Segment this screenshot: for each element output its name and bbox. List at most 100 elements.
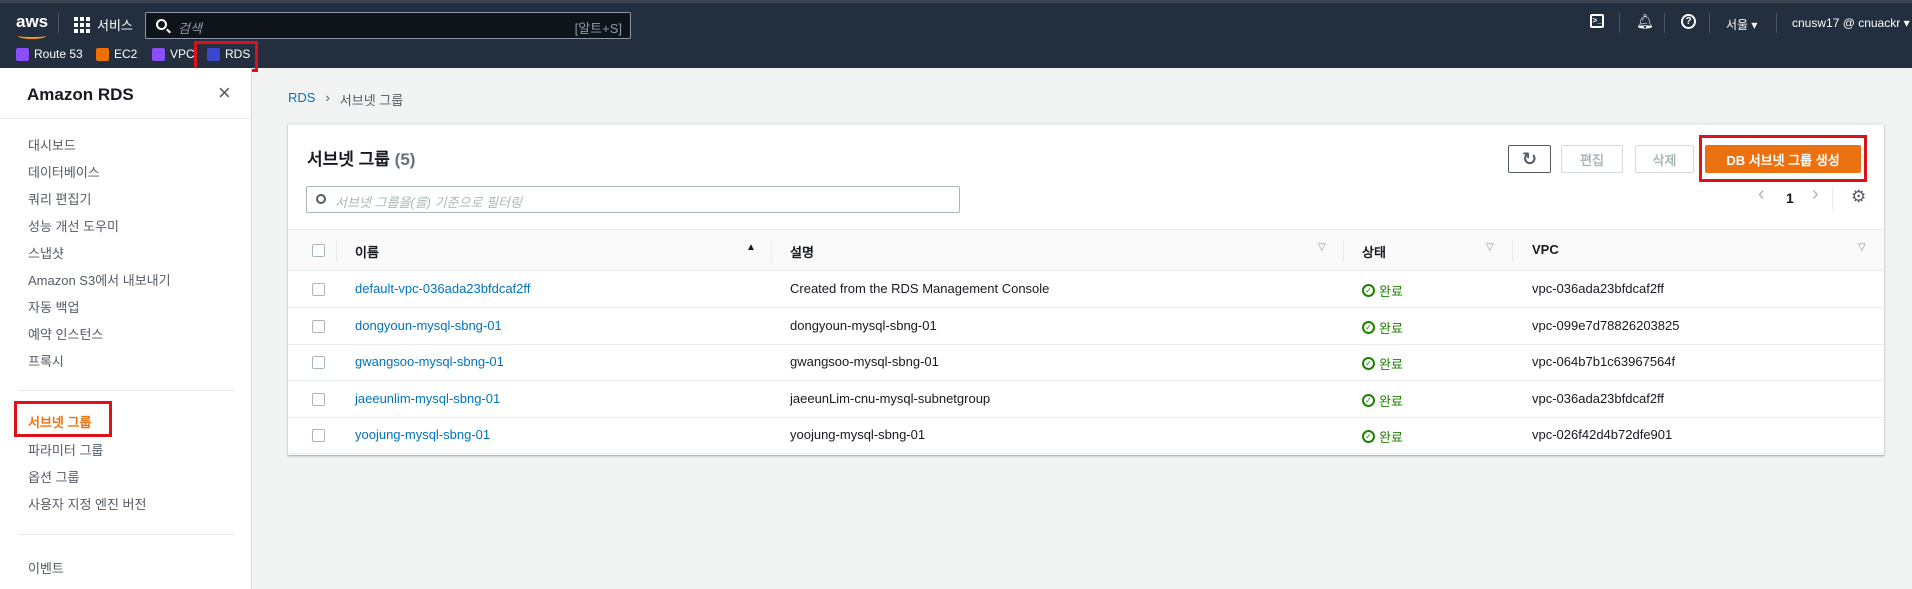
sort-ascending-icon[interactable]: ▲ [746,242,756,253]
sort-icon[interactable]: ▽ [1486,242,1494,253]
column-header-name[interactable]: 이름 [355,242,379,261]
divider [0,118,252,119]
filter-input[interactable]: 서브넷 그룹을(를) 기준으로 필터링 [306,186,960,213]
panel-title: 서브넷 그룹 (5) [307,145,415,170]
column-header-vpc[interactable]: VPC [1532,242,1559,257]
sort-icon[interactable]: ▽ [1318,242,1326,253]
status-badge: ✓ 완료 [1362,281,1403,300]
divider [1776,13,1777,33]
subnet-group-name-link[interactable]: yoojung-mysql-sbng-01 [355,427,490,442]
column-header-description[interactable]: 설명 [790,242,814,261]
breadcrumb-current: 서브넷 그룹 [339,93,404,108]
filter-placeholder: 서브넷 그룹을(를) 기준으로 필터링 [335,195,522,210]
row-checkbox[interactable] [312,283,325,296]
create-db-subnet-group-button[interactable]: DB 서브넷 그룹 생성 [1705,145,1861,173]
sidebar-item-snapshots[interactable]: 스냅샷 [28,243,64,262]
subnet-group-name-link[interactable]: default-vpc-036ada23bfdcaf2ff [355,281,530,296]
row-checkbox[interactable] [312,429,325,443]
sidebar-item-automated-backups[interactable]: 자동 백업 [28,297,79,316]
select-all-checkbox[interactable] [312,244,325,257]
status-text: 완료 [1379,430,1403,446]
services-menu[interactable]: 서비스 [74,15,133,34]
row-checkbox[interactable] [312,319,325,333]
chevron-right-icon: › [325,90,330,105]
favorite-vpc[interactable]: VPC [152,47,195,61]
status-text: 완료 [1379,393,1403,409]
sidebar-item-option-groups[interactable]: 옵션 그룹 [28,467,79,486]
column-header-status[interactable]: 상태 [1362,242,1386,261]
region-selector[interactable]: 서울 ▾ [1726,16,1757,33]
sidebar-title: Amazon RDS [27,85,134,104]
table-row[interactable]: default-vpc-036ada23bfdcaf2ff Created fr… [288,271,1884,308]
divider [336,240,337,262]
count-badge: (5) [394,150,416,169]
sidebar-item-databases[interactable]: 데이터베이스 [28,162,100,181]
account-menu[interactable]: cnusw17 @ cnuackr ▾ [1792,16,1910,30]
favorite-label: VPC [170,47,195,61]
help-icon[interactable]: ? [1681,14,1696,29]
vpc-cell: vpc-036ada23bfdcaf2ff [1532,390,1665,406]
sidebar-item-s3-exports[interactable]: Amazon S3에서 내보내기 [28,270,171,289]
search-placeholder: 검색 [178,21,202,36]
sidebar-item-subnet-groups[interactable]: 서브넷 그룹 [28,412,91,431]
table-row[interactable]: yoojung-mysql-sbng-01 yoojung-mysql-sbng… [288,417,1884,455]
favorite-label: RDS [225,47,251,61]
sidebar-item-performance-insights[interactable]: 성능 개선 도우미 [28,216,119,235]
vpc-cell: vpc-036ada23bfdcaf2ff [1532,281,1665,296]
check-circle-icon: ✓ [1362,393,1375,407]
sidebar-item-events[interactable]: 이벤트 [28,558,64,577]
favorite-ec2[interactable]: EC2 [96,47,137,61]
status-badge: ✓ 완료 [1362,427,1403,446]
check-circle-icon: ✓ [1362,357,1375,371]
close-icon[interactable]: × [218,80,231,106]
breadcrumb-rds[interactable]: RDS [288,90,315,109]
subnet-group-name-link[interactable]: dongyoun-mysql-sbng-01 [355,318,502,333]
favorite-rds[interactable]: RDS [207,47,250,61]
table-row[interactable]: dongyoun-mysql-sbng-01 dongyoun-mysql-sb… [288,308,1884,345]
page-number[interactable]: 1 [1786,190,1794,206]
sidebar-item-reserved-instances[interactable]: 예약 인스턴스 [28,324,103,343]
search-icon [156,19,167,30]
divider [1619,13,1620,33]
description-cell: dongyoun-mysql-sbng-01 [790,317,937,333]
vpc-cell: vpc-099e7d78826203825 [1532,317,1680,333]
sidebar-item-parameter-groups[interactable]: 파라미터 그룹 [28,440,103,459]
bell-icon[interactable]: 🔔︎ [1636,13,1654,30]
divider [1343,240,1344,262]
delete-button[interactable]: 삭제 [1635,145,1694,173]
search-input[interactable]: 검색 [알트+S] [145,12,631,39]
row-checkbox[interactable] [312,356,325,370]
next-page-button[interactable]: › [1812,183,1819,206]
table-row[interactable]: jaeeunlim-mysql-sbng-01 jaeeunLim-cnu-my… [288,381,1884,418]
divider [771,240,772,262]
vpc-icon [152,47,165,61]
grid-icon [74,16,90,33]
sidebar-item-custom-engine-versions[interactable]: 사용자 지정 엔진 버전 [28,494,146,513]
description-cell: jaeeunLim-cnu-mysql-subnetgroup [790,390,991,406]
prev-page-button[interactable]: ‹ [1758,183,1765,206]
cloudshell-icon[interactable]: >_ [1590,14,1604,28]
row-checkbox[interactable] [312,392,325,406]
settings-gear-icon[interactable]: ⚙ [1851,187,1866,207]
table-row[interactable]: gwangsoo-mysql-sbng-01 gwangsoo-mysql-sb… [288,344,1884,382]
refresh-button[interactable]: ↻ [1508,145,1551,173]
divider [58,13,59,33]
sidebar-item-dashboard[interactable]: 대시보드 [28,135,76,154]
breadcrumb: RDS › 서브넷 그룹 [288,90,403,109]
status-badge: ✓ 완료 [1362,318,1403,337]
status-badge: ✓ 완료 [1362,354,1403,373]
aws-logo-text: aws [16,12,49,31]
status-text: 완료 [1379,284,1403,299]
check-circle-icon: ✓ [1362,320,1375,334]
sidebar-item-query-editor[interactable]: 쿼리 편집기 [28,189,91,208]
ec2-icon [96,47,109,61]
sidebar-item-proxies[interactable]: 프록시 [28,351,64,370]
aws-logo[interactable]: aws [16,12,49,39]
subnet-group-name-link[interactable]: jaeeunlim-mysql-sbng-01 [355,391,500,406]
sort-icon[interactable]: ▽ [1858,242,1866,253]
subnet-group-name-link[interactable]: gwangsoo-mysql-sbng-01 [355,354,504,369]
edit-button[interactable]: 편집 [1561,145,1623,173]
favorite-route53[interactable]: Route 53 [16,47,83,61]
route53-icon [16,47,29,61]
divider [1832,187,1833,209]
